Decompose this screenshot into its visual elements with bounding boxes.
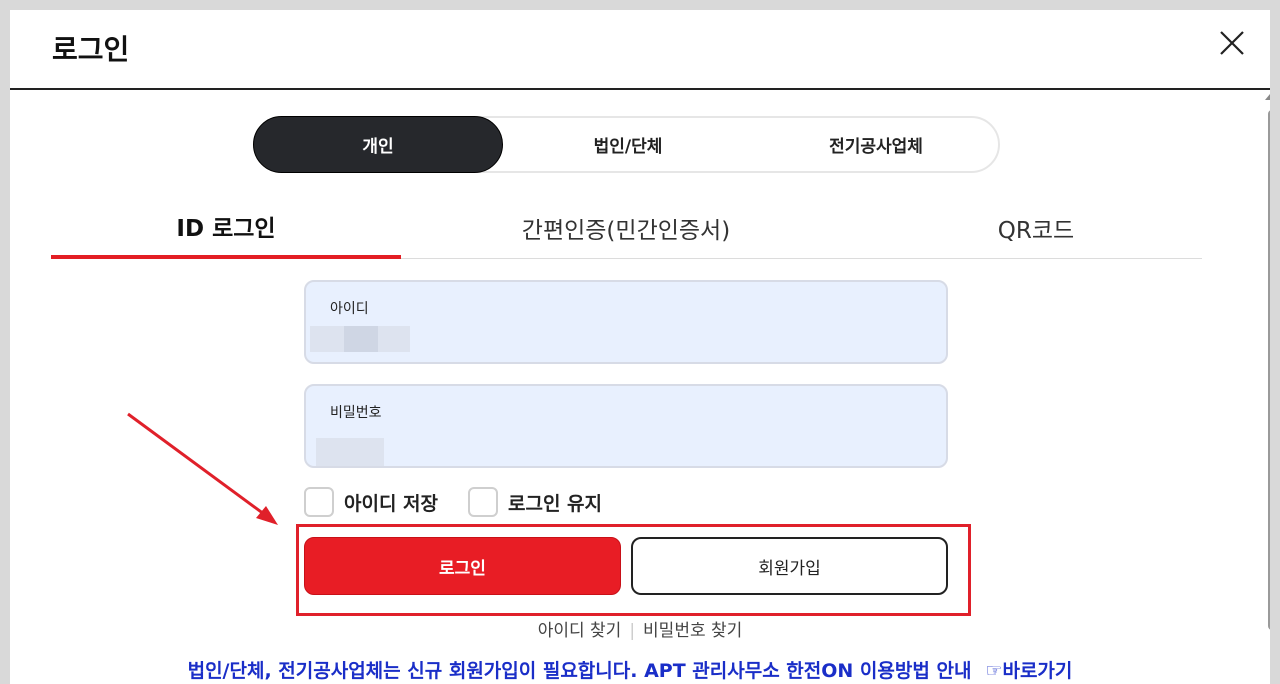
- login-modal: 로그인 개인 법인/단체 전기공사업체 ID 로그인 간편인증(민간인증서) Q…: [10, 10, 1270, 684]
- id-field[interactable]: 아이디: [304, 280, 948, 364]
- keep-login-checkbox-box[interactable]: [468, 487, 498, 517]
- notice-go-link[interactable]: ☞바로가기: [985, 660, 1072, 682]
- tab-qr-code[interactable]: QR코드: [861, 197, 1211, 259]
- id-field-label: 아이디: [330, 301, 369, 317]
- save-id-checkbox[interactable]: 아이디 저장: [304, 486, 438, 518]
- notice-text: 법인/단체, 전기공사업체는 신규 회원가입이 필요합니다. APT 관리사무소…: [187, 660, 972, 682]
- find-account-links: 아이디 찾기 | 비밀번호 찾기: [10, 616, 1270, 641]
- scroll-up-icon[interactable]: [1265, 94, 1270, 100]
- login-button[interactable]: 로그인: [304, 537, 621, 595]
- signup-notice: 법인/단체, 전기공사업체는 신규 회원가입이 필요합니다. APT 관리사무소…: [10, 656, 1250, 683]
- find-password-link[interactable]: 비밀번호 찾기: [643, 621, 742, 641]
- password-field-label: 비밀번호: [330, 405, 382, 421]
- save-id-checkbox-box[interactable]: [304, 487, 334, 517]
- id-input[interactable]: [310, 324, 930, 358]
- find-id-link[interactable]: 아이디 찾기: [538, 621, 622, 641]
- scrollbar-thumb[interactable]: [1268, 110, 1270, 630]
- member-type-individual[interactable]: 개인: [253, 116, 503, 173]
- tab-id-login[interactable]: ID 로그인: [51, 197, 401, 259]
- save-id-label: 아이디 저장: [344, 492, 439, 515]
- member-type-electrical-contractor[interactable]: 전기공사업체: [751, 116, 1001, 173]
- keep-login-checkbox[interactable]: 로그인 유지: [468, 486, 602, 518]
- modal-title: 로그인: [52, 33, 130, 66]
- password-input[interactable]: [310, 428, 930, 462]
- join-button[interactable]: 회원가입: [631, 537, 948, 595]
- link-separator: |: [629, 621, 636, 641]
- keep-login-label: 로그인 유지: [508, 492, 603, 515]
- tab-simple-auth[interactable]: 간편인증(민간인증서): [451, 197, 801, 259]
- member-type-selector: 개인 법인/단체 전기공사업체: [253, 116, 1000, 173]
- login-method-tabs: ID 로그인 간편인증(민간인증서) QR코드: [51, 197, 1202, 259]
- password-field[interactable]: 비밀번호: [304, 384, 948, 468]
- modal-header: 로그인: [10, 10, 1270, 90]
- close-icon[interactable]: [1217, 28, 1247, 58]
- member-type-corporate[interactable]: 법인/단체: [503, 116, 753, 173]
